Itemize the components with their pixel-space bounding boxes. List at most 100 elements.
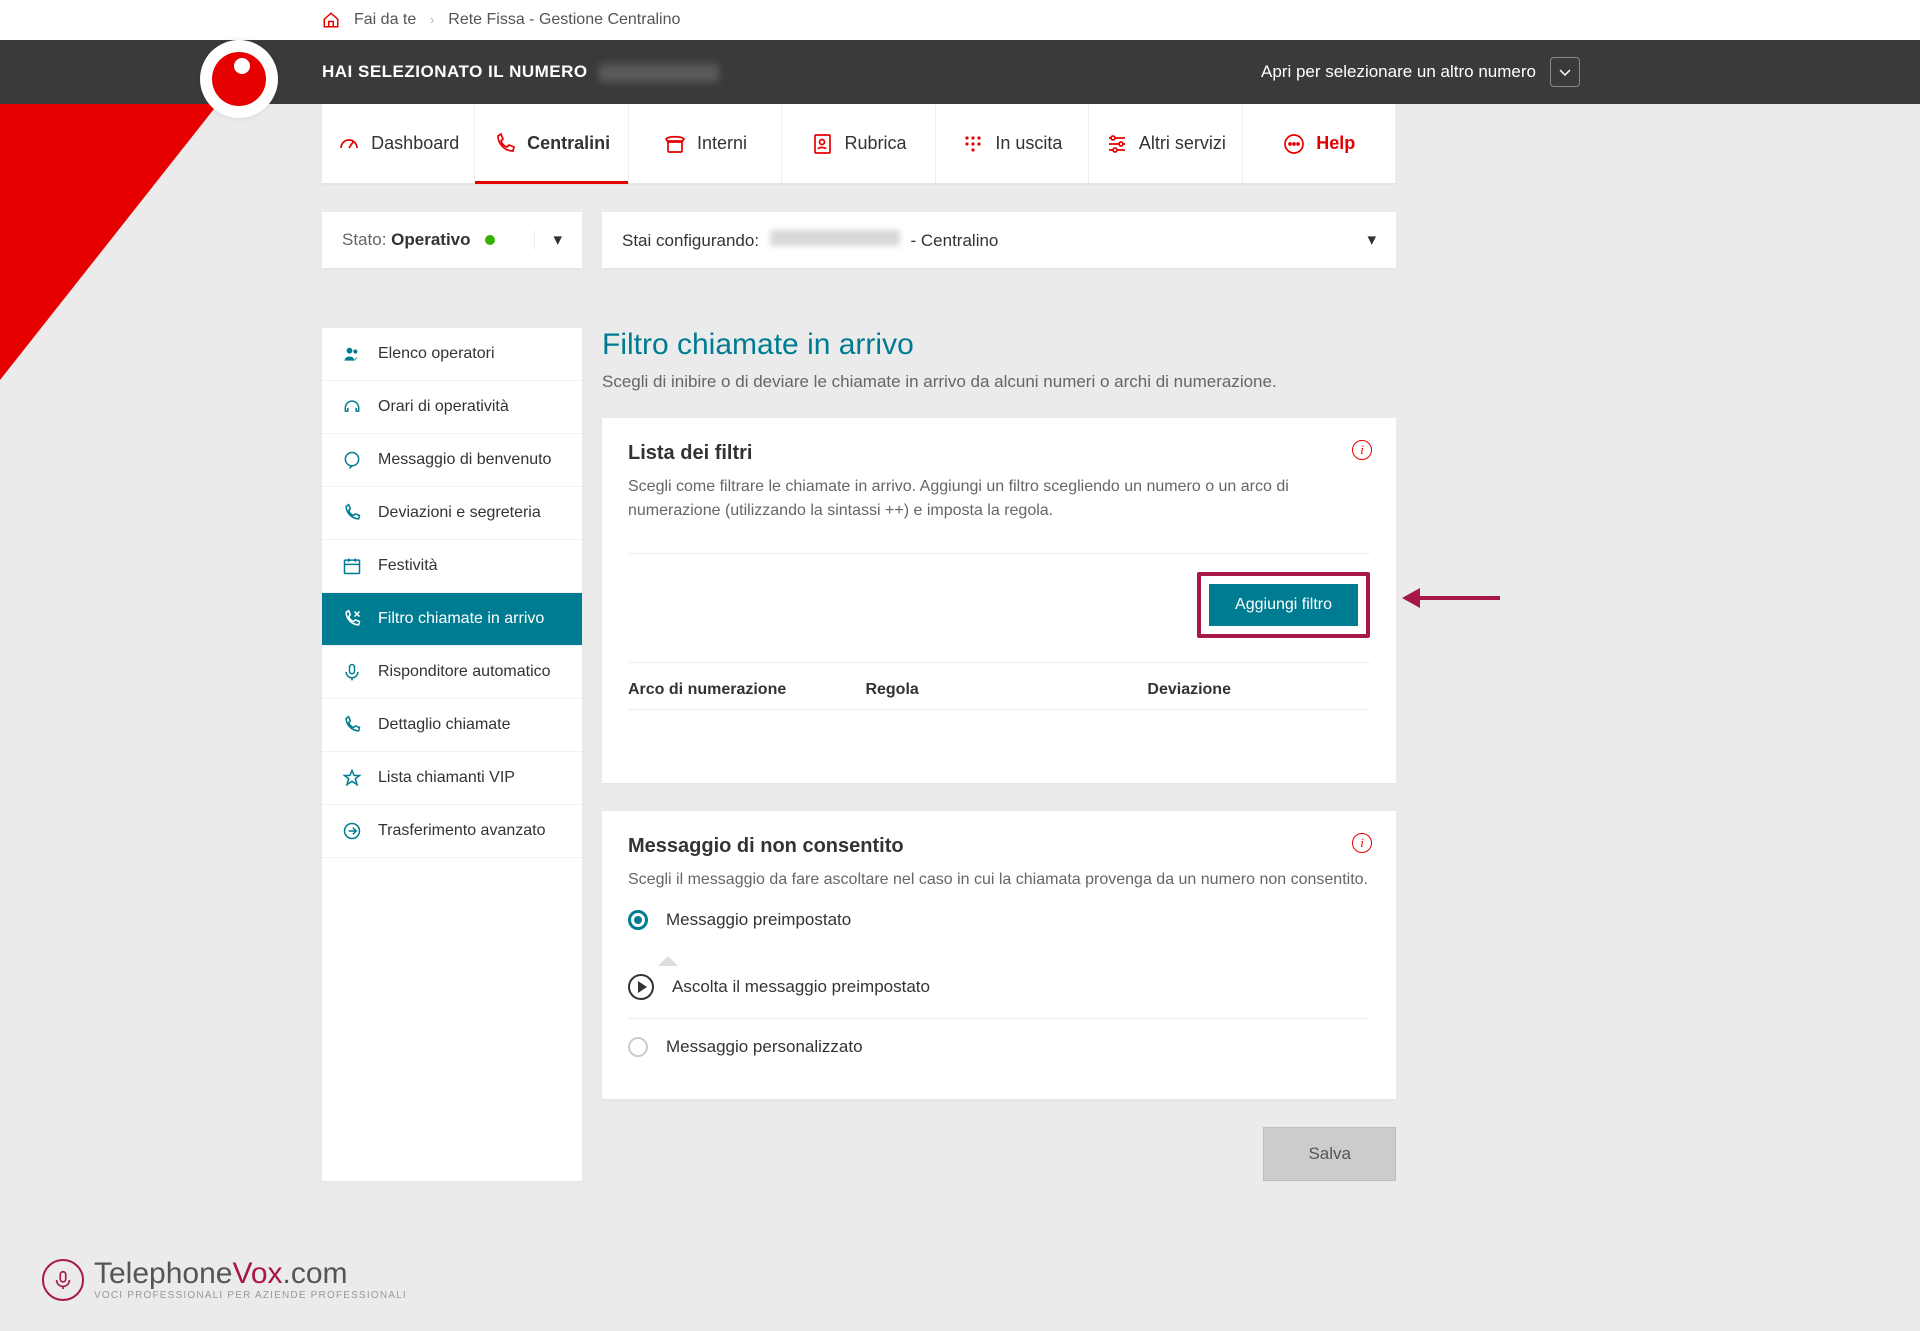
status-value: Operativo [391, 230, 470, 249]
sidebar-item-elenco-operatori[interactable]: Elenco operatori [322, 328, 582, 381]
phone-forward-icon [342, 503, 364, 523]
sidebar-item-festivita[interactable]: Festività [322, 540, 582, 593]
breadcrumb: Fai da te › Rete Fissa - Gestione Centra… [0, 0, 1920, 40]
calendar-icon [342, 556, 364, 576]
tab-altri-servizi-label: Altri servizi [1139, 133, 1226, 154]
filters-heading: Lista dei filtri [628, 442, 1370, 465]
option-preset-message[interactable]: Messaggio preimpostato [628, 892, 1370, 948]
option-label: Messaggio preimpostato [666, 910, 851, 930]
add-filter-button[interactable]: Aggiungi filtro [1209, 584, 1358, 626]
chevron-right-icon: › [430, 13, 434, 27]
gauge-icon [337, 132, 361, 156]
tab-altri-servizi[interactable]: Altri servizi [1089, 104, 1242, 183]
sidebar-label: Lista chiamanti VIP [378, 769, 515, 787]
chevron-down-icon: ▾ [1367, 230, 1376, 250]
tab-centralini[interactable]: Centralini [475, 104, 628, 183]
annotation-arrow [1402, 588, 1500, 608]
filters-card: i Lista dei filtri Scegli come filtrare … [602, 418, 1396, 783]
tab-centralini-label: Centralini [527, 133, 610, 154]
tab-interni[interactable]: Interni [629, 104, 782, 183]
select-other-number-label: Apri per selezionare un altro numero [1261, 62, 1536, 82]
tab-in-uscita-label: In uscita [995, 133, 1062, 154]
page-subtitle: Scegli di inibire o di deviare le chiama… [602, 372, 1396, 392]
tab-rubrica-label: Rubrica [844, 133, 906, 154]
dialpad-icon [961, 132, 985, 156]
info-icon[interactable]: i [1352, 440, 1372, 460]
config-suffix: - Centralino [911, 231, 999, 250]
sidebar-label: Risponditore automatico [378, 663, 551, 681]
phone-list-icon [342, 715, 364, 735]
config-number-redacted [770, 230, 900, 246]
sidebar-label: Filtro chiamate in arrivo [378, 610, 544, 628]
status-label: Stato: [342, 230, 386, 249]
sidebar-item-risponditore[interactable]: Risponditore automatico [322, 646, 582, 699]
breadcrumb-home-label[interactable]: Fai da te [354, 11, 416, 29]
sidebar-label: Festività [378, 557, 438, 575]
sidebar-label: Orari di operatività [378, 398, 509, 416]
sidebar-item-trasferimento[interactable]: Trasferimento avanzato [322, 805, 582, 858]
sidebar-label: Messaggio di benvenuto [378, 451, 551, 469]
star-icon [342, 768, 364, 788]
tab-dashboard[interactable]: Dashboard [322, 104, 475, 183]
watermark-logo: TelephoneVox.com VOCI PROFESSIONALI PER … [42, 1259, 407, 1301]
option-label: Ascolta il messaggio preimpostato [672, 977, 930, 997]
watermark-brand-c: .com [283, 1257, 348, 1290]
message-description: Scegli il messaggio da fare ascoltare ne… [628, 868, 1370, 892]
phone-missed-icon [342, 609, 364, 629]
annotation-highlight: Aggiungi filtro [1197, 572, 1370, 638]
status-selector[interactable]: Stato: Operativo ▾ [322, 212, 582, 268]
tab-dashboard-label: Dashboard [371, 133, 459, 154]
settings-sidebar: Elenco operatori Orari di operatività Me… [322, 328, 582, 1181]
save-button[interactable]: Salva [1263, 1127, 1396, 1181]
breadcrumb-current: Rete Fissa - Gestione Centralino [448, 11, 680, 29]
info-icon[interactable]: i [1352, 833, 1372, 853]
option-label: Messaggio personalizzato [666, 1037, 863, 1057]
col-deviazione: Deviazione [1147, 681, 1370, 699]
sidebar-item-vip[interactable]: Lista chiamanti VIP [322, 752, 582, 805]
col-regola: Regola [865, 681, 1147, 699]
desk-phone-icon [663, 132, 687, 156]
watermark-tagline: VOCI PROFESSIONALI PER AZIENDE PROFESSIO… [94, 1291, 407, 1301]
option-custom-message[interactable]: Messaggio personalizzato [628, 1019, 1370, 1075]
sliders-icon [1105, 132, 1129, 156]
tab-help-label: Help [1316, 133, 1355, 154]
sidebar-item-orari[interactable]: Orari di operatività [322, 381, 582, 434]
config-prefix: Stai configurando: [622, 231, 759, 250]
sidebar-item-dettaglio[interactable]: Dettaglio chiamate [322, 699, 582, 752]
option-listen-preset[interactable]: Ascolta il messaggio preimpostato [628, 956, 1370, 1019]
tab-interni-label: Interni [697, 133, 747, 154]
filters-table-empty [628, 709, 1370, 759]
watermark-brand-b: Vox [232, 1257, 282, 1290]
chevron-down-icon: ▾ [534, 230, 562, 250]
message-card: i Messaggio di non consentito Scegli il … [602, 811, 1396, 1099]
filters-description: Scegli come filtrare le chiamate in arri… [628, 475, 1370, 523]
sidebar-item-benvenuto[interactable]: Messaggio di benvenuto [322, 434, 582, 487]
play-icon [628, 974, 654, 1000]
sidebar-item-filtro-chiamate[interactable]: Filtro chiamate in arrivo [322, 593, 582, 646]
tab-rubrica[interactable]: Rubrica [782, 104, 935, 183]
selected-number-label: HAI SELEZIONATO IL NUMERO [322, 62, 588, 81]
home-icon[interactable] [322, 11, 340, 29]
filters-table-header: Arco di numerazione Regola Deviazione [628, 662, 1370, 709]
transfer-icon [342, 821, 364, 841]
config-selector[interactable]: Stai configurando: - Centralino ▾ [602, 212, 1396, 268]
expand-number-button[interactable] [1550, 57, 1580, 87]
help-chat-icon [1282, 132, 1306, 156]
users-icon [342, 344, 364, 364]
sidebar-label: Elenco operatori [378, 345, 495, 363]
sidebar-item-deviazioni[interactable]: Deviazioni e segreteria [322, 487, 582, 540]
tab-help[interactable]: Help [1243, 104, 1396, 183]
radio-selected-icon [628, 910, 648, 930]
page-title: Filtro chiamate in arrivo [602, 328, 1396, 362]
headset-icon [342, 397, 364, 417]
sidebar-label: Deviazioni e segreteria [378, 504, 541, 522]
sidebar-label: Trasferimento avanzato [378, 822, 545, 840]
tab-in-uscita[interactable]: In uscita [936, 104, 1089, 183]
vodafone-logo [200, 40, 278, 118]
selected-number-value-redacted [599, 64, 719, 82]
microphone-badge-icon [42, 1259, 84, 1301]
phone-settings-icon [493, 132, 517, 156]
message-heading: Messaggio di non consentito [628, 835, 1370, 858]
address-book-icon [810, 132, 834, 156]
speech-bubble-icon [342, 450, 364, 470]
